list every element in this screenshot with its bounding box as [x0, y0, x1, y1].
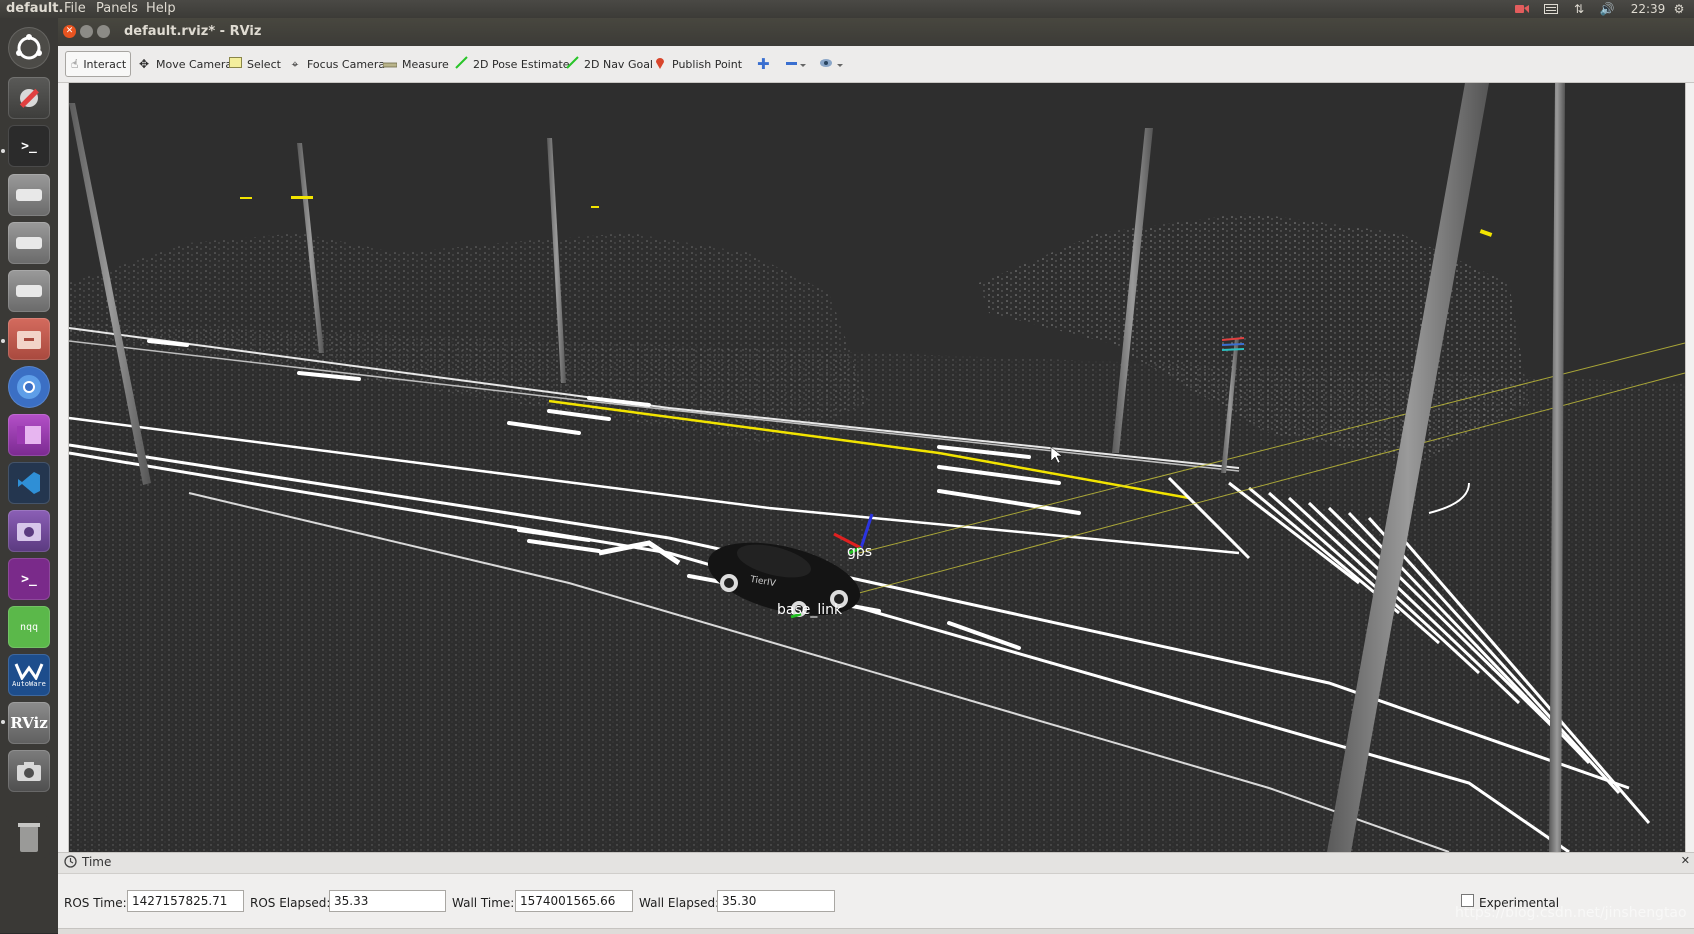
- file-manager-icon[interactable]: [8, 318, 50, 360]
- close-panel-icon[interactable]: ✕: [1681, 854, 1690, 867]
- move-camera-label: Move Camera: [156, 57, 233, 71]
- trash-icon[interactable]: [8, 816, 50, 858]
- window-title: default.rviz* - RViz: [124, 24, 262, 39]
- green-arrow-icon: [565, 56, 579, 72]
- nav-goal-label: 2D Nav Goal: [584, 57, 653, 71]
- keyboard-icon[interactable]: [1542, 0, 1560, 18]
- select-box-icon: [228, 57, 242, 71]
- toolbar: ☝ Interact ✥ Move Camera Select ⌖ Focus …: [58, 46, 1694, 83]
- ros-elapsed-field[interactable]: [329, 890, 446, 912]
- ros-time-label: ROS Time:: [64, 896, 127, 910]
- publish-point-label: Publish Point: [672, 57, 743, 71]
- remove-tool-button[interactable]: [781, 51, 813, 77]
- nav-goal-tool[interactable]: 2D Nav Goal: [560, 51, 658, 77]
- terminal-icon[interactable]: >_: [8, 125, 50, 167]
- crosshair-icon: ⌖: [291, 56, 299, 71]
- time-panel: Time ✕ ROS Time: ROS Elapsed: Wall Time:…: [58, 852, 1694, 934]
- nqq-icon[interactable]: nqq: [8, 606, 50, 648]
- menu-file[interactable]: File: [64, 1, 86, 16]
- point-cloud-scene: [69, 83, 1685, 852]
- volume-icon[interactable]: 🔊: [1598, 0, 1616, 18]
- screenshot-app-icon[interactable]: [8, 510, 50, 552]
- pose-estimate-tool[interactable]: 2D Pose Estimate: [449, 51, 575, 77]
- measure-label: Measure: [402, 57, 449, 71]
- rviz-icon[interactable]: RViz: [8, 702, 50, 744]
- wall-elapsed-field[interactable]: [717, 890, 835, 912]
- ruler-icon: [382, 57, 398, 71]
- disk-icon[interactable]: [8, 174, 50, 216]
- network-icon[interactable]: ⇅: [1570, 0, 1588, 18]
- launcher: >_ >_ nqq AutoWare RViz: [0, 18, 59, 933]
- vscode-icon[interactable]: [8, 462, 50, 504]
- render-viewport[interactable]: gps base_link TierIV: [68, 83, 1686, 852]
- move-camera-tool[interactable]: ✥ Move Camera: [132, 51, 237, 77]
- menu-panels[interactable]: Panels: [96, 1, 138, 16]
- view-options-button[interactable]: [814, 51, 850, 77]
- publish-point-tool[interactable]: Publish Point: [648, 51, 747, 77]
- select-tool[interactable]: Select: [223, 51, 286, 77]
- close-button[interactable]: ✕: [63, 25, 76, 38]
- chromium-icon[interactable]: [8, 366, 50, 408]
- minus-dropdown-icon: [786, 62, 806, 67]
- hand-pointer-icon: ☝: [71, 57, 79, 71]
- top-panel: default. File Panels Help ⇅ 🔊 22:39 ⚙: [0, 0, 1694, 18]
- watermark-text: https://blog.csdn.net/jinshengtao: [1455, 905, 1687, 921]
- gps-frame-label: gps: [847, 544, 873, 560]
- active-app-name: default.: [6, 1, 64, 16]
- titlebar: ✕ default.rviz* - RViz: [58, 18, 1694, 46]
- terminal-2-icon[interactable]: >_: [8, 558, 50, 600]
- time-panel-header: Time ✕: [58, 852, 1694, 874]
- minimize-button[interactable]: [80, 25, 93, 38]
- map-pin-icon: [653, 56, 667, 73]
- measure-tool[interactable]: Measure: [378, 51, 454, 77]
- rviz-window: ✕ default.rviz* - RViz ☝ Interact ✥ Move…: [58, 18, 1694, 934]
- move-icon: ✥: [138, 57, 150, 71]
- wall-time-field[interactable]: [515, 890, 633, 912]
- green-arrow-icon: [454, 56, 468, 72]
- interact-label: Interact: [83, 57, 127, 71]
- autoware-label: AutoWare: [12, 680, 46, 688]
- wall-time-label: Wall Time:: [452, 896, 515, 910]
- maximize-button[interactable]: [97, 25, 110, 38]
- ros-time-field[interactable]: [127, 890, 244, 912]
- camera-icon[interactable]: [8, 750, 50, 792]
- wall-elapsed-label: Wall Elapsed:: [639, 896, 720, 910]
- clock[interactable]: 22:39: [1631, 0, 1666, 18]
- recording-icon[interactable]: [1513, 0, 1531, 18]
- ros-elapsed-label: ROS Elapsed:: [250, 896, 331, 910]
- focus-camera-tool[interactable]: ⌖ Focus Camera: [283, 51, 390, 77]
- clock-icon: [64, 855, 77, 871]
- gear-icon[interactable]: ⚙: [1670, 0, 1688, 18]
- focus-camera-label: Focus Camera: [307, 57, 386, 71]
- app-purple-icon[interactable]: [8, 414, 50, 456]
- system-settings-icon[interactable]: [8, 77, 50, 119]
- base-link-frame-label: base_link: [777, 602, 843, 618]
- status-strip: [58, 928, 1694, 934]
- time-panel-title: Time: [82, 855, 112, 869]
- ubuntu-logo-icon[interactable]: [8, 27, 50, 69]
- eye-dropdown-icon: [820, 59, 843, 67]
- disk-icon[interactable]: [8, 222, 50, 264]
- autoware-icon[interactable]: AutoWare: [8, 654, 50, 696]
- interact-tool[interactable]: ☝ Interact: [65, 51, 131, 77]
- pose-estimate-label: 2D Pose Estimate: [473, 57, 570, 71]
- menu-help[interactable]: Help: [146, 1, 176, 16]
- add-tool-plus-icon[interactable]: ✚: [752, 51, 775, 77]
- disk-icon[interactable]: [8, 270, 50, 312]
- select-label: Select: [247, 57, 281, 71]
